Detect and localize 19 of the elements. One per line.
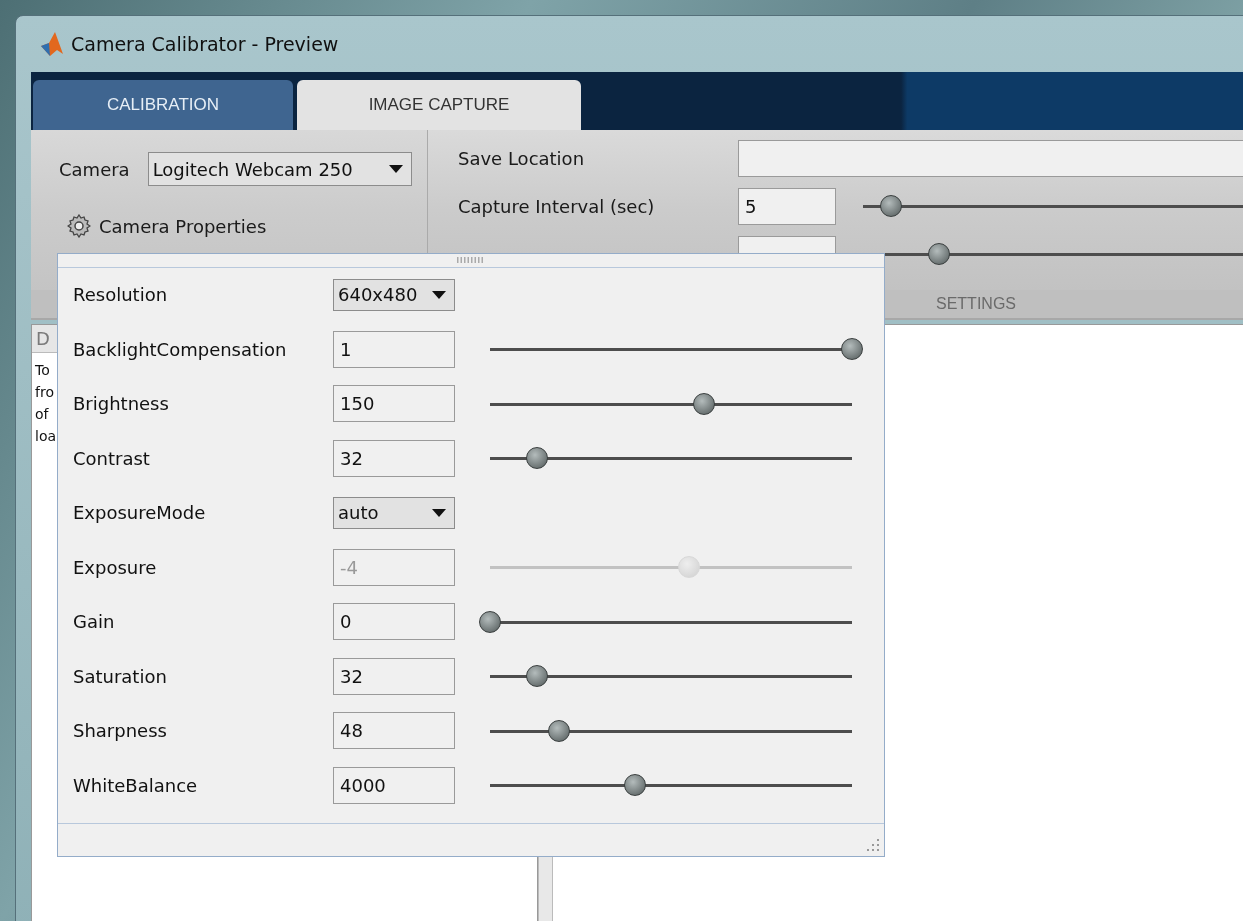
text-line: loa bbox=[35, 427, 57, 446]
field-label: Save Location bbox=[457, 147, 586, 169]
property-label: Brightness bbox=[73, 393, 170, 415]
property-label: Exposure bbox=[73, 556, 158, 578]
property-label: Contrast bbox=[73, 447, 151, 469]
camera-label: Camera bbox=[59, 158, 130, 180]
text-line: To bbox=[35, 361, 50, 380]
section-title: SETTINGS bbox=[936, 295, 1016, 313]
property-label: Saturation bbox=[73, 665, 168, 687]
field-label: Capture Interval (sec) bbox=[457, 195, 656, 217]
property-label: BacklightCompensation bbox=[73, 338, 288, 360]
property-label: Resolution bbox=[73, 284, 169, 306]
property-label: Sharpness bbox=[73, 720, 168, 742]
text-line: fro bbox=[35, 383, 54, 402]
property-label: ExposureMode bbox=[73, 502, 207, 524]
window-title: Camera Calibrator - Preview bbox=[71, 33, 339, 55]
property-label: Gain bbox=[73, 611, 116, 633]
property-label: WhiteBalance bbox=[73, 774, 199, 796]
text-line: of bbox=[35, 405, 49, 424]
